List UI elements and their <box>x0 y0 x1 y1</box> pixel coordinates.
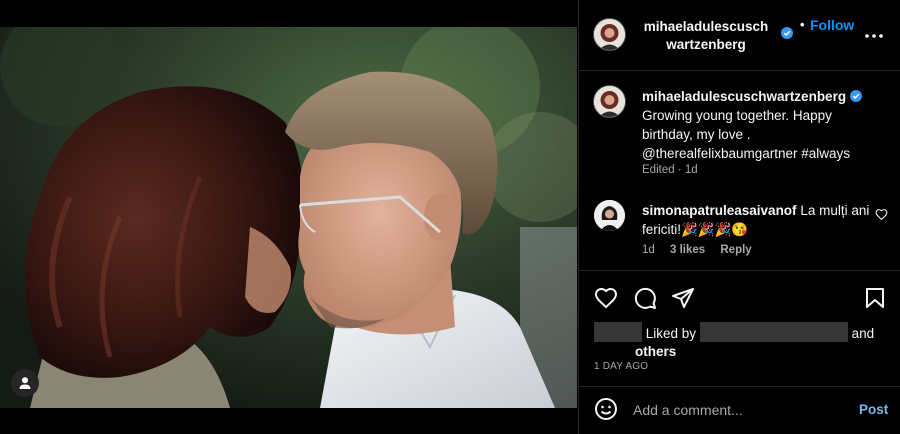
caption-username[interactable]: mihaeladulescuschwartzenberg <box>642 89 846 104</box>
tagged-user-button[interactable] <box>11 369 39 397</box>
comment-reply-button[interactable]: Reply <box>720 244 751 256</box>
post-side-panel: mihaeladulescuschwartzenberg • Follow mi… <box>578 0 900 434</box>
share-paper-plane-icon[interactable] <box>671 286 695 310</box>
emoji-icon[interactable] <box>594 397 618 421</box>
verified-badge-icon <box>781 27 793 39</box>
post-header: mihaeladulescuschwartzenberg • Follow <box>579 0 900 71</box>
post-comment-button[interactable]: Post <box>859 402 888 417</box>
comment-username[interactable]: simonapatruleasaivanof <box>642 203 797 218</box>
follow-button[interactable]: Follow <box>810 17 854 33</box>
liked-by-and: and <box>851 326 875 341</box>
commenter-avatar[interactable] <box>594 200 625 231</box>
caption-author-avatar[interactable] <box>594 86 625 117</box>
comment-age: 1d <box>642 244 655 256</box>
more-horizontal-icon[interactable] <box>864 26 884 46</box>
user-icon <box>19 377 31 389</box>
post-actions: Liked by and others 1 DAY AGO <box>579 270 900 387</box>
verified-badge-icon <box>849 90 862 102</box>
caption-meta: Edited · 1d <box>642 164 698 176</box>
save-bookmark-icon[interactable] <box>863 286 887 310</box>
caption: mihaeladulescuschwartzenberg Growing you… <box>642 87 882 163</box>
photo-couple-image <box>0 27 577 408</box>
liked-by-summary: Liked by and others <box>594 322 889 361</box>
comment-input[interactable] <box>631 396 855 424</box>
header-separator: • <box>800 17 805 32</box>
add-comment-bar: Post <box>579 386 900 434</box>
liked-by-prefix: Liked by <box>645 326 697 341</box>
post-photo[interactable] <box>0 27 577 408</box>
author-avatar[interactable] <box>594 19 625 50</box>
commenter-avatar-image <box>594 200 625 231</box>
comment-bubble-icon[interactable] <box>633 286 657 310</box>
comment: simonapatruleasaivanof La mulți ani feri… <box>642 201 882 239</box>
comment-meta: 1d 3 likes Reply <box>642 244 764 256</box>
redacted-liker-avatars <box>594 322 642 342</box>
author-avatar-image <box>594 19 625 50</box>
caption-avatar-image <box>594 86 625 117</box>
like-heart-icon[interactable] <box>594 286 618 310</box>
liked-by-others[interactable]: others <box>635 344 676 359</box>
comment-likes[interactable]: 3 likes <box>670 244 705 256</box>
post-time-ago[interactable]: 1 DAY AGO <box>594 361 648 372</box>
redacted-liker-name <box>699 322 848 342</box>
comment-like-heart-icon[interactable] <box>875 208 888 221</box>
author-username[interactable]: mihaeladulescuschwartzenberg <box>640 18 772 54</box>
caption-text: Growing young together. Happy birthday, … <box>642 108 851 161</box>
